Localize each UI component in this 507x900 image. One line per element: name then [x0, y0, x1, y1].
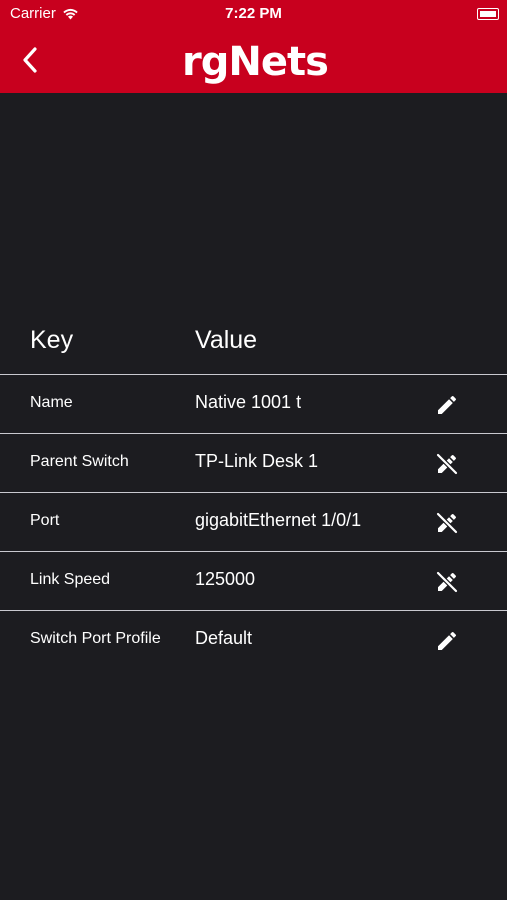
rgnets-logo: rgNets — [150, 40, 360, 84]
status-bar: Carrier 7:22 PM — [0, 0, 507, 28]
properties-table: Key Value Name Native 1001 t Parent Swit… — [0, 316, 507, 669]
pencil-icon — [438, 631, 457, 650]
app-header: Carrier 7:22 PM rgNets — [0, 0, 507, 93]
edit-profile-button[interactable] — [433, 627, 461, 655]
table-row-port: Port gigabitEthernet 1/0/1 — [0, 493, 507, 552]
table-row-link-speed: Link Speed 125000 — [0, 552, 507, 611]
row-key: Switch Port Profile — [30, 630, 161, 647]
table-header: Key Value — [0, 316, 507, 375]
key-column-header: Key — [30, 326, 74, 354]
edit-off-icon — [435, 452, 459, 476]
row-key: Parent Switch — [30, 453, 129, 470]
row-value: TP-Link Desk 1 — [195, 451, 319, 471]
pencil-icon — [438, 395, 457, 414]
logo-text: rgNets — [182, 39, 329, 85]
chevron-left-icon — [23, 47, 37, 73]
row-key: Port — [30, 512, 60, 529]
back-button[interactable] — [14, 44, 46, 76]
table-row-switch-port-profile: Switch Port Profile Default — [0, 611, 507, 669]
edit-name-button[interactable] — [433, 391, 461, 419]
row-key: Link Speed — [30, 571, 111, 588]
row-value: 125000 — [195, 569, 256, 589]
edit-disabled-button[interactable] — [433, 568, 461, 596]
status-time: 7:22 PM — [225, 5, 282, 22]
table-row-name: Name Native 1001 t — [0, 375, 507, 434]
row-value: gigabitEthernet 1/0/1 — [195, 510, 362, 530]
value-column-header: Value — [195, 326, 258, 354]
battery-icon — [477, 8, 499, 20]
row-key: Name — [30, 394, 73, 411]
row-value: Native 1001 t — [195, 392, 302, 412]
table-row-parent-switch: Parent Switch TP-Link Desk 1 — [0, 434, 507, 493]
edit-disabled-button[interactable] — [433, 509, 461, 537]
edit-disabled-button[interactable] — [433, 450, 461, 478]
edit-off-icon — [435, 511, 459, 535]
row-value: Default — [195, 628, 253, 648]
edit-off-icon — [435, 570, 459, 594]
